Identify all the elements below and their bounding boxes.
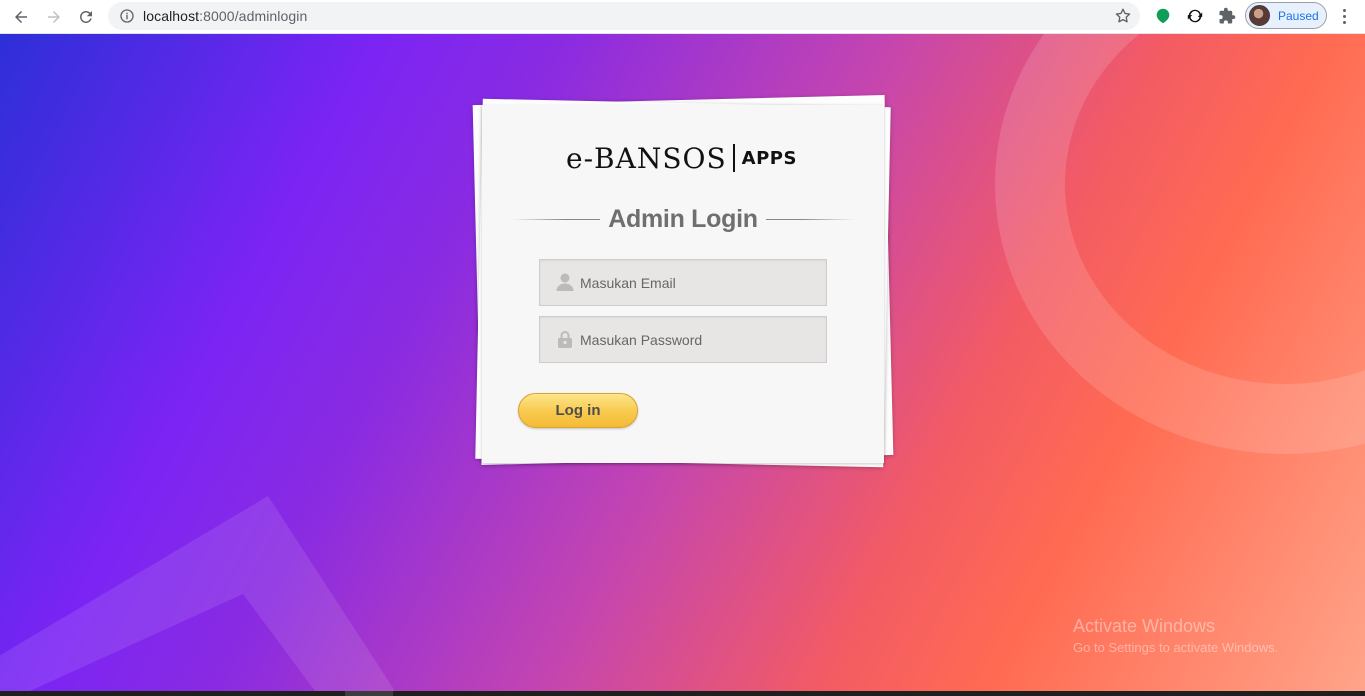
extensions-puzzle-icon[interactable] [1217,6,1237,26]
back-button[interactable] [8,4,34,30]
email-input[interactable] [580,260,820,305]
windows-activation-watermark: Activate Windows Go to Settings to activ… [1073,616,1278,655]
email-field[interactable] [539,259,827,306]
app-logo: e-BANSOS APPS [566,140,797,176]
extension-sync-icon[interactable] [1185,6,1205,26]
reload-button[interactable] [73,4,99,30]
forward-button[interactable] [41,4,67,30]
watermark-subtitle: Go to Settings to activate Windows. [1073,640,1279,655]
extension-green-icon[interactable] [1153,6,1173,26]
profile-button[interactable]: Paused [1245,2,1327,29]
url-path: :8000/adminlogin [199,8,308,24]
profile-status: Paused [1278,8,1319,23]
watermark-title: Activate Windows [1073,616,1216,636]
login-heading: Admin Login [512,205,854,235]
taskbar [0,691,1365,696]
logo-brand: e-BANSOS [566,141,727,175]
lock-icon [558,331,572,348]
url-text: localhost:8000/adminlogin [143,8,307,24]
browser-toolbar: localhost:8000/adminlogin Paused [0,0,1365,34]
user-icon [556,273,574,291]
password-field[interactable] [539,316,827,363]
arrow-left-icon [15,11,27,23]
password-input[interactable] [580,317,820,362]
browser-menu-icon[interactable] [1336,6,1352,26]
reload-icon [79,10,92,23]
taskbar-item[interactable] [345,691,393,696]
logo-divider [732,144,735,172]
logo-suffix: APPS [741,147,797,169]
heading-divider-right [766,219,854,220]
arrow-right-icon [48,11,60,23]
info-icon[interactable] [119,8,135,24]
login-button[interactable]: Log in [518,393,638,428]
url-host: localhost [143,8,200,24]
bookmark-star-icon[interactable] [1114,7,1132,25]
avatar [1249,5,1270,26]
address-bar[interactable]: localhost:8000/adminlogin [108,2,1140,30]
